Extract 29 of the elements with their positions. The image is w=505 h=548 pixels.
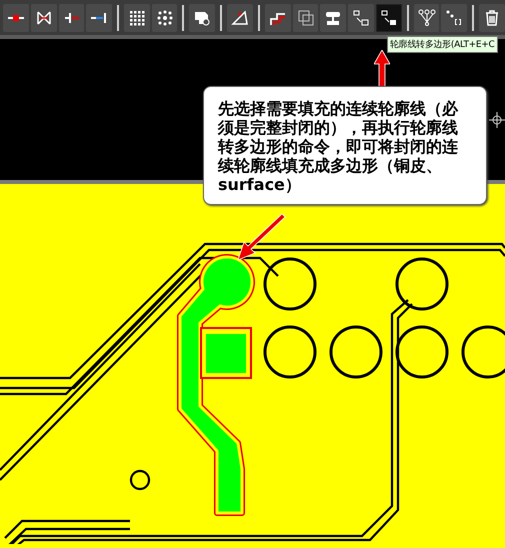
toolbar-button[interactable] bbox=[320, 4, 346, 32]
arrow bbox=[238, 214, 286, 260]
callout-text: 先选择需要填充的连续轮廓线（必须是完整封闭的），再执行轮廓线转多边形的命令，即可将封闭的连续轮廓线填充成多边形（铜皮、surface） bbox=[203, 86, 487, 205]
toolbar-button[interactable] bbox=[414, 4, 440, 32]
dot-cluster-icon bbox=[156, 8, 174, 27]
toolbar-button[interactable] bbox=[292, 4, 318, 32]
shape-convert-icon bbox=[352, 8, 370, 27]
toolbar-button[interactable] bbox=[227, 4, 253, 32]
toolbar-button[interactable] bbox=[441, 4, 468, 32]
shape-convert-icon bbox=[380, 8, 398, 27]
node-tree-icon bbox=[418, 8, 436, 27]
dots-bracket-icon bbox=[445, 8, 464, 27]
toolbar-button[interactable] bbox=[189, 4, 216, 32]
toolbar-button[interactable] bbox=[124, 4, 150, 32]
toolbar-button[interactable] bbox=[152, 4, 178, 32]
toolbar-button[interactable] bbox=[479, 4, 505, 32]
toolbar-button[interactable] bbox=[30, 4, 56, 32]
toolbar-button[interactable] bbox=[376, 4, 402, 32]
dot-grid-icon bbox=[128, 8, 146, 27]
bowtie-icon bbox=[34, 8, 53, 27]
toolbar-button[interactable] bbox=[264, 4, 291, 32]
toolbar-button[interactable] bbox=[348, 4, 374, 32]
toolbar-button[interactable] bbox=[3, 4, 29, 32]
crosshair-icon bbox=[489, 112, 505, 128]
toolbar-button[interactable] bbox=[86, 4, 112, 32]
overlap-squares-icon bbox=[296, 8, 315, 27]
tooltip: 轮廓线转多边形(ALT+E+C bbox=[387, 36, 498, 53]
triangle-icon bbox=[231, 8, 250, 27]
toolbar-button[interactable] bbox=[58, 4, 84, 32]
